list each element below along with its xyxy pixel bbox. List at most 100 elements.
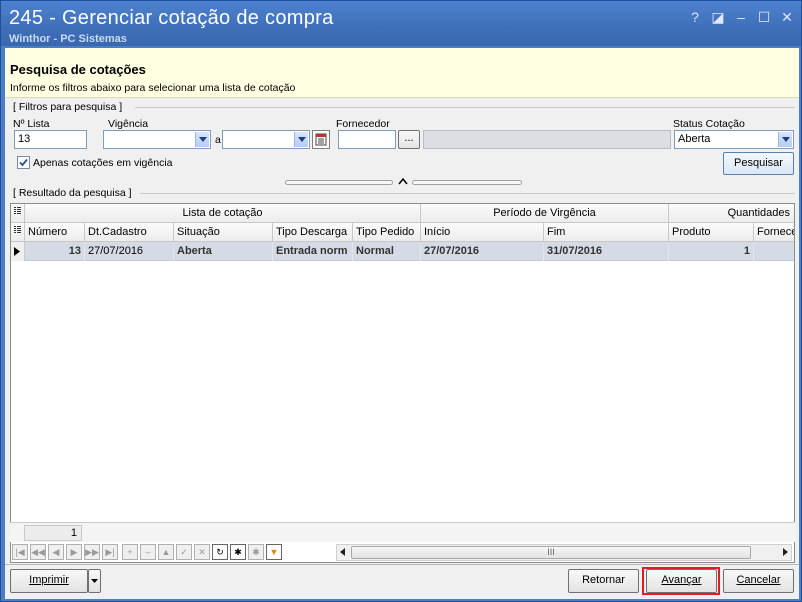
column-tipo-pedido[interactable]: Tipo Pedido bbox=[353, 223, 421, 242]
band-quantidades[interactable]: Quantidades bbox=[669, 204, 794, 223]
column-fornecedor[interactable]: Fornecedor bbox=[754, 223, 794, 242]
chevron-up-icon bbox=[398, 178, 408, 185]
lista-label: Nº Lista bbox=[13, 118, 50, 130]
first-page-icon[interactable]: |◀ bbox=[12, 544, 28, 560]
results-group-title: [ Resultado da pesquisa ] bbox=[13, 187, 132, 199]
splitter-grip-right bbox=[412, 180, 522, 185]
header-panel: Pesquisa de cotações Informe os filtros … bbox=[5, 48, 799, 98]
bottom-divider bbox=[5, 564, 799, 565]
window-subtitle: Winthor - PC Sistemas bbox=[9, 33, 127, 45]
next-page-icon[interactable]: ▶▶ bbox=[84, 544, 100, 560]
column-header-row: Número Dt.Cadastro Situação Tipo Descarg… bbox=[11, 223, 794, 242]
filter-icon[interactable]: ▼ bbox=[266, 544, 282, 560]
refresh-icon[interactable]: ↻ bbox=[212, 544, 228, 560]
splitter-grip-left bbox=[285, 180, 393, 185]
advance-button[interactable]: Avançar bbox=[646, 569, 717, 593]
vigencia-to-dropdown[interactable] bbox=[294, 132, 308, 147]
fornecedor-code-input[interactable] bbox=[338, 130, 396, 149]
grid-footer: 1 bbox=[10, 522, 795, 542]
bookmark-icon[interactable]: ✱ bbox=[230, 544, 246, 560]
chevron-down-icon bbox=[298, 137, 306, 142]
cell-inicio[interactable]: 27/07/2016 bbox=[421, 242, 544, 261]
chevron-down-icon bbox=[199, 137, 207, 142]
cell-situacao[interactable]: Aberta bbox=[174, 242, 273, 261]
band-header-row: Lista de cotação Período de Virgência Qu… bbox=[11, 204, 794, 223]
next-record-icon[interactable]: ▶ bbox=[66, 544, 82, 560]
lista-input[interactable]: 13 bbox=[14, 130, 87, 149]
band-periodo-vigencia[interactable]: Período de Virgência bbox=[421, 204, 669, 223]
footer-count: 1 bbox=[24, 525, 82, 541]
page-title: Pesquisa de cotações bbox=[10, 62, 146, 77]
vigencia-to-input[interactable] bbox=[222, 130, 310, 149]
cell-numero[interactable]: 13 bbox=[25, 242, 85, 261]
table-row[interactable]: 13 27/07/2016 Aberta Entrada norm Normal… bbox=[11, 242, 794, 261]
cell-dt-cadastro[interactable]: 27/07/2016 bbox=[85, 242, 174, 261]
insert-icon[interactable]: + bbox=[122, 544, 138, 560]
a-label: a bbox=[215, 134, 221, 146]
column-numero[interactable]: Número bbox=[25, 223, 85, 242]
cancel-edit-icon[interactable]: ✕ bbox=[194, 544, 210, 560]
last-page-icon[interactable]: ▶| bbox=[102, 544, 118, 560]
goto-bookmark-icon[interactable]: ✱ bbox=[248, 544, 264, 560]
grid-navigator: |◀ ◀◀ ◀ ▶ ▶▶ ▶| + – ▲ ✓ ✕ ↻ ✱ ✱ ▼ III bbox=[10, 544, 795, 562]
restore-icon[interactable]: ◪ bbox=[710, 9, 726, 25]
group-divider bbox=[135, 107, 795, 108]
close-icon[interactable]: ✕ bbox=[779, 9, 795, 25]
cell-produto[interactable]: 1 bbox=[669, 242, 754, 261]
vigencia-from-input[interactable] bbox=[103, 130, 211, 149]
status-dropdown[interactable] bbox=[778, 132, 792, 147]
fornecedor-label: Fornecedor bbox=[336, 118, 390, 130]
calendar-glyph-icon bbox=[315, 133, 327, 146]
band-lista-cotacao[interactable]: Lista de cotação bbox=[25, 204, 421, 223]
column-inicio[interactable]: Início bbox=[421, 223, 544, 242]
status-label: Status Cotação bbox=[673, 118, 745, 130]
fornecedor-lookup-button[interactable]: ... bbox=[398, 130, 420, 149]
column-tipo-descarga[interactable]: Tipo Descarga bbox=[273, 223, 353, 242]
vigencia-checkbox-label[interactable]: Apenas cotações em vigência bbox=[33, 157, 173, 169]
prev-record-icon[interactable]: ◀ bbox=[48, 544, 64, 560]
edit-icon[interactable]: ▲ bbox=[158, 544, 174, 560]
scroll-left-icon[interactable] bbox=[340, 548, 345, 556]
chevron-down-icon bbox=[91, 579, 98, 583]
cell-fim[interactable]: 31/07/2016 bbox=[544, 242, 669, 261]
fornecedor-name-field bbox=[423, 130, 671, 149]
search-button[interactable]: Pesquisar bbox=[723, 152, 794, 175]
delete-icon[interactable]: – bbox=[140, 544, 156, 560]
post-icon[interactable]: ✓ bbox=[176, 544, 192, 560]
cell-tipo-descarga[interactable]: Entrada norm bbox=[273, 242, 353, 261]
prev-page-icon[interactable]: ◀◀ bbox=[30, 544, 46, 560]
row-indicator-icon bbox=[11, 242, 25, 261]
column-chooser-icon[interactable] bbox=[11, 204, 25, 223]
scroll-right-icon[interactable] bbox=[783, 548, 788, 556]
minimize-icon[interactable]: – bbox=[733, 9, 749, 25]
column-dt-cadastro[interactable]: Dt.Cadastro bbox=[85, 223, 174, 242]
column-situacao[interactable]: Situação bbox=[174, 223, 273, 242]
vigencia-from-dropdown[interactable] bbox=[195, 132, 209, 147]
cell-fornecedor[interactable] bbox=[754, 242, 794, 261]
maximize-icon[interactable]: ☐ bbox=[756, 9, 772, 25]
cell-tipo-pedido[interactable]: Normal bbox=[353, 242, 421, 261]
cancel-button[interactable]: Cancelar bbox=[723, 569, 794, 593]
filters-group-title: [ Filtros para pesquisa ] bbox=[13, 101, 123, 113]
client-area: Pesquisa de cotações Informe os filtros … bbox=[5, 48, 799, 599]
help-icon[interactable]: ? bbox=[687, 9, 703, 25]
horizontal-scrollbar[interactable]: III bbox=[336, 544, 792, 561]
chevron-down-icon bbox=[782, 137, 790, 142]
title-bar: 245 - Gerenciar cotação de compra Wintho… bbox=[1, 1, 801, 46]
column-produto[interactable]: Produto bbox=[669, 223, 754, 242]
print-button[interactable]: Imprimir bbox=[10, 569, 88, 593]
scroll-thumb[interactable]: III bbox=[351, 546, 751, 559]
splitter-handle[interactable] bbox=[285, 178, 522, 186]
vigencia-checkbox[interactable] bbox=[17, 156, 30, 169]
column-fim[interactable]: Fim bbox=[544, 223, 669, 242]
print-dropdown-button[interactable] bbox=[88, 569, 101, 593]
calendar-icon[interactable] bbox=[312, 130, 330, 149]
checkmark-icon bbox=[19, 158, 28, 167]
results-grid[interactable]: Lista de cotação Período de Virgência Qu… bbox=[10, 203, 795, 563]
page-subtitle: Informe os filtros abaixo para seleciona… bbox=[10, 82, 296, 94]
column-chooser-icon[interactable] bbox=[11, 223, 25, 242]
results-divider bbox=[140, 193, 795, 194]
vigencia-label: Vigência bbox=[108, 118, 149, 130]
return-button[interactable]: Retornar bbox=[568, 569, 639, 593]
status-select[interactable]: Aberta bbox=[674, 130, 794, 149]
